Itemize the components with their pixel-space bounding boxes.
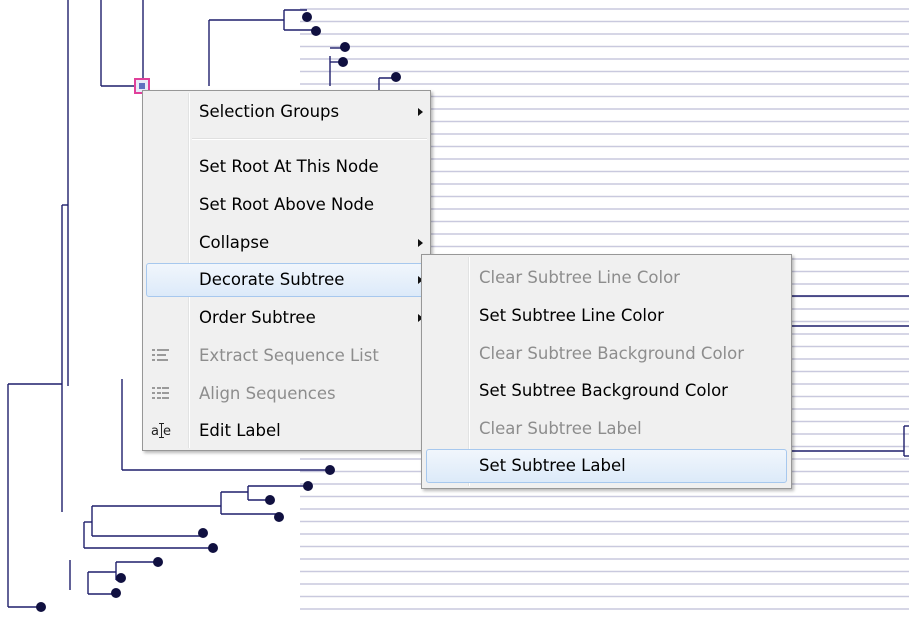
leaf-node-dot	[116, 573, 126, 583]
menu-item-clear-subtree-line-color[interactable]: Clear Subtree Line Color	[425, 261, 788, 295]
menu-item-set-subtree-line-color[interactable]: Set Subtree Line Color	[425, 299, 788, 333]
leaf-node-dot	[111, 588, 121, 598]
leaf-node-dot	[325, 465, 335, 475]
menu-item-decorate-subtree[interactable]: Decorate Subtree	[146, 263, 427, 297]
selected-node-inner	[139, 83, 145, 89]
menu-item-selection-groups[interactable]: Selection Groups	[146, 95, 427, 129]
align-sequences-icon	[151, 385, 171, 403]
leaf-node-dot	[311, 26, 321, 36]
menu-item-set-root-above-node[interactable]: Set Root Above Node	[146, 188, 427, 222]
leaf-node-dot	[208, 543, 218, 553]
leaf-node-dot	[265, 495, 275, 505]
decorate-subtree-submenu: Clear Subtree Line Color Set Subtree Lin…	[421, 254, 792, 489]
leaf-node-dot	[303, 481, 313, 491]
edit-label-icon: a e	[151, 422, 171, 440]
menu-separator	[192, 138, 427, 140]
menu-item-collapse[interactable]: Collapse	[146, 226, 427, 260]
leaf-node-dot	[274, 512, 284, 522]
menu-item-clear-subtree-background-color[interactable]: Clear Subtree Background Color	[425, 337, 788, 371]
menu-item-edit-label[interactable]: a e Edit Label	[146, 414, 427, 448]
leaf-node-dot	[340, 42, 350, 52]
leaf-node-dot	[338, 57, 348, 67]
menu-item-clear-subtree-label[interactable]: Clear Subtree Label	[425, 412, 788, 446]
leaf-node-dot	[36, 602, 46, 612]
leaf-node-dot	[302, 12, 312, 22]
leaf-node-dot	[391, 72, 401, 82]
submenu-arrow-icon	[418, 108, 423, 116]
menu-item-extract-sequence-list[interactable]: Extract Sequence List	[146, 339, 427, 373]
menu-item-set-root-at-this-node[interactable]: Set Root At This Node	[146, 150, 427, 184]
menu-item-align-sequences[interactable]: Align Sequences	[146, 377, 427, 411]
svg-text:e: e	[163, 424, 171, 439]
node-context-menu: Selection Groups Set Root At This Node S…	[142, 90, 431, 451]
menu-item-order-subtree[interactable]: Order Subtree	[146, 301, 427, 335]
svg-text:a: a	[151, 424, 159, 439]
submenu-arrow-icon	[418, 239, 423, 247]
leaf-node-dot	[198, 528, 208, 538]
leaf-node-dot	[153, 557, 163, 567]
menu-item-set-subtree-background-color[interactable]: Set Subtree Background Color	[425, 374, 788, 408]
menu-item-set-subtree-label[interactable]: Set Subtree Label	[426, 449, 787, 483]
list-icon	[151, 347, 171, 365]
